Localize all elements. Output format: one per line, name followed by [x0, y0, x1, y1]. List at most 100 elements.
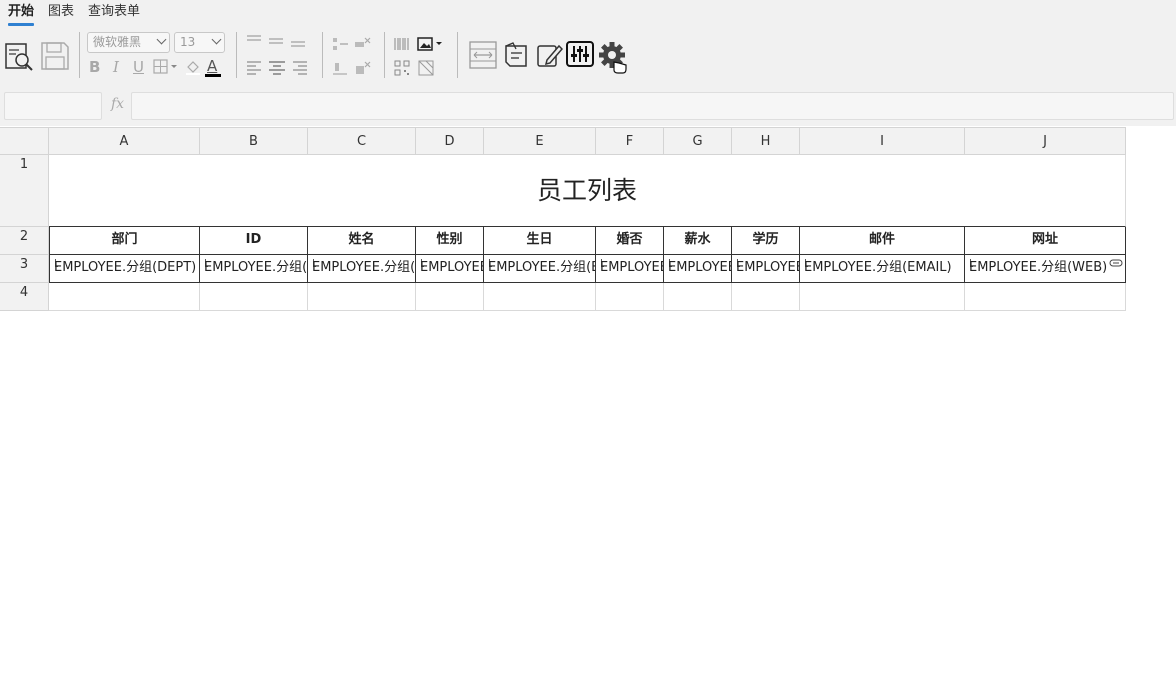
empty-cell[interactable]	[965, 283, 1126, 311]
font-size-value: 13	[180, 35, 196, 49]
slash-cell-icon	[418, 60, 434, 76]
slash-cell-button[interactable]	[417, 60, 435, 76]
column-header-h[interactable]: H	[732, 127, 800, 155]
data-cell-degree[interactable]: EMPLOYEE.分组(DEGREE)	[732, 255, 800, 283]
edit-button[interactable]	[535, 40, 563, 70]
row-header-4[interactable]: 4	[0, 283, 49, 311]
report-title-cell[interactable]: 员工列表	[49, 155, 1126, 227]
empty-cell[interactable]	[200, 283, 308, 311]
select-all-corner[interactable]	[0, 127, 49, 155]
column-header-f[interactable]: F	[596, 127, 664, 155]
align-right-icon	[293, 61, 307, 75]
image-icon	[417, 37, 442, 51]
align-top-button[interactable]	[246, 34, 262, 48]
header-cell-married[interactable]: 婚否	[596, 227, 664, 255]
insert-column-button[interactable]	[331, 60, 349, 76]
empty-cell[interactable]	[664, 283, 732, 311]
column-header-g[interactable]: G	[664, 127, 732, 155]
align-center-button[interactable]	[268, 59, 286, 75]
chevron-down-icon	[211, 34, 222, 45]
align-bottom-icon	[291, 41, 305, 47]
row-header-3[interactable]: 3	[0, 255, 49, 283]
formula-input[interactable]	[131, 92, 1174, 120]
toolbar-separator	[457, 32, 458, 78]
header-cell-id[interactable]: ID	[200, 227, 308, 255]
align-left-button[interactable]	[246, 59, 262, 75]
column-header-e[interactable]: E	[484, 127, 596, 155]
data-cell-id[interactable]: EMPLOYEE.分组(ID)	[200, 255, 308, 283]
toolbar: 微软雅黑 13 B I U A	[0, 26, 1176, 88]
preview-button[interactable]	[3, 40, 35, 72]
cell-expression: EMPLOYEE.分组(SALARY)	[668, 260, 731, 275]
header-cell-birthday[interactable]: 生日	[484, 227, 596, 255]
tab-query-form[interactable]: 查询表单	[88, 4, 140, 20]
align-left-icon	[247, 61, 261, 75]
fill-color-button[interactable]	[184, 59, 202, 75]
italic-button[interactable]: I	[113, 58, 119, 76]
save-button[interactable]	[39, 40, 71, 72]
empty-cell[interactable]	[800, 283, 965, 311]
settings-button[interactable]	[599, 40, 629, 74]
empty-cell[interactable]	[416, 283, 484, 311]
empty-cell[interactable]	[732, 283, 800, 311]
paint-bucket-icon	[186, 61, 200, 75]
align-bottom-button[interactable]	[290, 34, 306, 48]
cell-expression: EMPLOYEE.分组(DEGREE)	[736, 260, 799, 275]
align-right-button[interactable]	[292, 59, 308, 75]
column-header-d[interactable]: D	[416, 127, 484, 155]
bold-button[interactable]: B	[89, 58, 100, 76]
row-header-2[interactable]: 2	[0, 227, 49, 255]
delete-column-icon	[356, 61, 371, 74]
data-cell-dept[interactable]: EMPLOYEE.分组(DEPT)	[49, 255, 200, 283]
save-icon	[41, 42, 69, 70]
data-cell-email[interactable]: EMPLOYEE.分组(EMAIL)	[800, 255, 965, 283]
font-size-select[interactable]: 13	[174, 32, 225, 53]
header-cell-degree[interactable]: 学历	[732, 227, 800, 255]
column-header-a[interactable]: A	[49, 127, 200, 155]
underline-button[interactable]: U	[133, 58, 144, 76]
params-button[interactable]	[566, 41, 594, 69]
report-wizard-icon	[505, 42, 527, 67]
delete-column-button[interactable]	[353, 60, 371, 76]
insert-image-button[interactable]	[417, 36, 445, 52]
font-family-value: 微软雅黑	[93, 35, 142, 49]
data-cell-birthday[interactable]: EMPLOYEE.分组(BIRTHDAY)	[484, 255, 596, 283]
cell-expression: EMPLOYEE.分组(DEPT)	[54, 260, 197, 275]
empty-cell[interactable]	[596, 283, 664, 311]
barcode-button[interactable]	[393, 36, 411, 52]
header-cell-dept[interactable]: 部门	[49, 227, 200, 255]
insert-row-button[interactable]	[331, 36, 349, 52]
empty-cell[interactable]	[308, 283, 416, 311]
row-header-1[interactable]: 1	[0, 155, 49, 227]
delete-row-button[interactable]	[353, 36, 371, 52]
report-wizard-button[interactable]	[503, 40, 531, 70]
header-cell-email[interactable]: 邮件	[800, 227, 965, 255]
column-width-button[interactable]	[468, 40, 498, 70]
column-header-c[interactable]: C	[308, 127, 416, 155]
tab-start[interactable]: 开始	[8, 4, 35, 26]
chevron-down-icon	[156, 34, 167, 45]
header-cell-name[interactable]: 姓名	[308, 227, 416, 255]
data-cell-salary[interactable]: EMPLOYEE.分组(SALARY)	[664, 255, 732, 283]
header-cell-salary[interactable]: 薪水	[664, 227, 732, 255]
name-box[interactable]	[4, 92, 102, 120]
data-cell-married[interactable]: EMPLOYEE.分组(MARRIED)	[596, 255, 664, 283]
toolbar-separator	[322, 32, 323, 78]
font-family-select[interactable]: 微软雅黑	[87, 32, 170, 53]
empty-cell[interactable]	[484, 283, 596, 311]
align-middle-button[interactable]	[268, 34, 284, 48]
empty-cell[interactable]	[49, 283, 200, 311]
data-cell-sex[interactable]: EMPLOYEE.分组(SEX)	[416, 255, 484, 283]
column-header-j[interactable]: J	[965, 127, 1126, 155]
tab-chart[interactable]: 图表	[48, 4, 74, 20]
barcode-icon	[394, 38, 409, 50]
data-cell-web[interactable]: EMPLOYEE.分组(WEB)	[965, 255, 1126, 283]
qrcode-button[interactable]	[393, 60, 411, 76]
header-cell-sex[interactable]: 性别	[416, 227, 484, 255]
border-button[interactable]	[153, 59, 179, 75]
column-header-b[interactable]: B	[200, 127, 308, 155]
header-cell-web[interactable]: 网址	[965, 227, 1126, 255]
text-color-button[interactable]: A	[205, 57, 221, 77]
column-header-i[interactable]: I	[800, 127, 965, 155]
data-cell-name[interactable]: EMPLOYEE.分组(NAME)	[308, 255, 416, 283]
